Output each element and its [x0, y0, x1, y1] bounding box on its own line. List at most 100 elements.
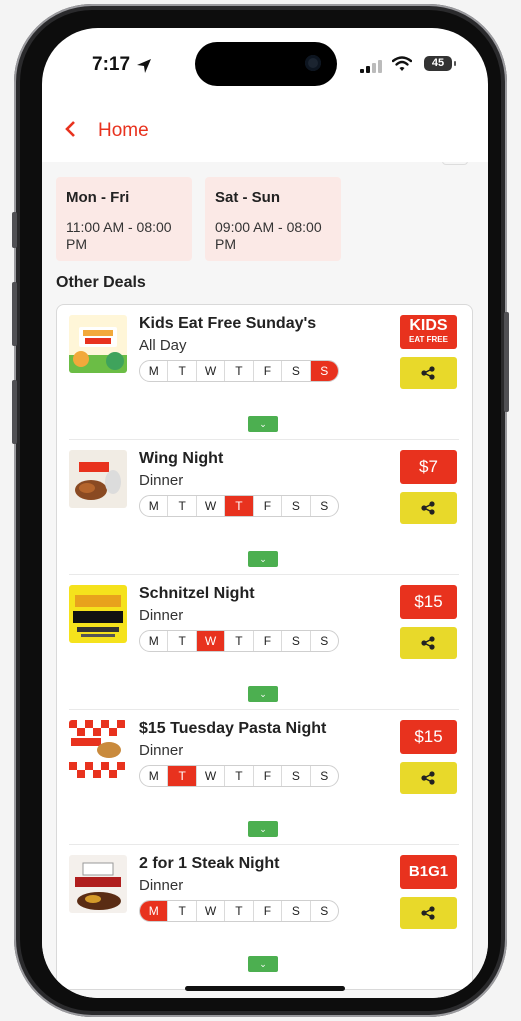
deals-list: Kids Eat Free Sunday's All Day MTWTFSS K…: [56, 304, 473, 990]
day-1: T: [168, 631, 197, 651]
share-icon: [421, 501, 435, 515]
day-0: M: [140, 361, 169, 381]
badge-sub: EAT FREE: [409, 335, 448, 344]
share-icon: [421, 771, 435, 785]
deal-title: Wing Night: [139, 450, 224, 467]
home-indicator: [185, 986, 345, 991]
day-2: W: [197, 496, 226, 516]
side-button-volume-down: [12, 380, 17, 444]
side-button-action: [12, 212, 17, 248]
section-title: Other Deals: [56, 274, 146, 291]
day-6: S: [320, 769, 329, 783]
chevron-down-icon: ⌄: [259, 824, 267, 834]
price-badge: KIDS EAT FREE: [400, 315, 457, 349]
share-button[interactable]: [400, 897, 457, 929]
deal-title: Schnitzel Night: [139, 585, 255, 602]
expand-button[interactable]: ⌄: [248, 551, 278, 567]
deal-subtitle: All Day: [139, 337, 187, 354]
day-selector: MTWTFSS: [139, 360, 339, 382]
share-button[interactable]: [400, 627, 457, 659]
hours-days: Mon - Fri: [66, 189, 130, 206]
day-4: F: [254, 631, 283, 651]
day-3: T: [225, 631, 254, 651]
day-0: M: [140, 766, 169, 786]
day-2: W: [197, 766, 226, 786]
day-2: W: [197, 901, 226, 921]
hours-days: Sat - Sun: [215, 189, 281, 206]
day-1: T: [168, 766, 197, 786]
location-arrow-icon: [137, 59, 151, 73]
back-button[interactable]: [64, 118, 76, 144]
day-selector: MTWTFSS: [139, 495, 339, 517]
day-5: S: [282, 901, 311, 921]
share-button[interactable]: [400, 492, 457, 524]
deal-image: [69, 855, 127, 913]
day-selector: MTWTFSS: [139, 900, 339, 922]
deal-title: 2 for 1 Steak Night: [139, 855, 280, 872]
status-bar: 7:17 45: [42, 28, 488, 108]
deal-image: [69, 720, 127, 778]
deal-image: [69, 585, 127, 643]
hours-weekday-card: Mon - Fri 11:00 AM - 08:00 PM: [56, 177, 192, 261]
side-button-volume-up: [12, 282, 17, 346]
hours-time: 09:00 AM - 08:00 PM: [215, 219, 322, 252]
deal-title: $15 Tuesday Pasta Night: [139, 720, 327, 737]
day-selector: MTWTFSS: [139, 630, 339, 652]
chevron-left-icon: [65, 121, 75, 137]
price-badge: B1G1: [400, 855, 457, 889]
share-button[interactable]: [400, 357, 457, 389]
deal-card[interactable]: Schnitzel Night Dinner MTWTFSS $15 ⌄: [69, 575, 459, 710]
camera-icon: [305, 55, 321, 71]
signal-icon: [360, 60, 382, 73]
dynamic-island: [195, 42, 337, 86]
day-1: T: [168, 361, 197, 381]
day-3: T: [225, 361, 254, 381]
day-5: S: [282, 766, 311, 786]
deal-card[interactable]: $15 Tuesday Pasta Night Dinner MTWTFSS $…: [69, 710, 459, 845]
deal-subtitle: Dinner: [139, 877, 184, 894]
day-0: M: [140, 496, 169, 516]
share-icon: [421, 366, 435, 380]
deal-subtitle: Dinner: [139, 742, 184, 759]
expand-button[interactable]: ⌄: [248, 956, 278, 972]
nav-bar: Home: [42, 108, 488, 162]
day-4: F: [254, 361, 283, 381]
day-1: T: [168, 496, 197, 516]
deal-card[interactable]: 2 for 1 Steak Night Dinner MTWTFSS B1G1 …: [69, 845, 459, 979]
deal-title: Kids Eat Free Sunday's: [139, 315, 317, 332]
back-label[interactable]: Home: [98, 118, 149, 144]
day-4: F: [254, 496, 283, 516]
share-icon: [421, 636, 435, 650]
app-screen: 7:17 45 Home Mon - Fri 11:00 AM - 08:00 …: [42, 28, 488, 998]
day-4: F: [254, 901, 283, 921]
deal-image: [69, 315, 127, 373]
chevron-down-icon: ⌄: [259, 554, 267, 564]
expand-button[interactable]: ⌄: [248, 686, 278, 702]
day-6: S: [320, 499, 329, 513]
day-1: T: [168, 901, 197, 921]
status-time: 7:17: [92, 54, 131, 75]
deal-card[interactable]: Kids Eat Free Sunday's All Day MTWTFSS K…: [69, 305, 459, 440]
day-2: W: [196, 631, 226, 651]
deal-card[interactable]: Wing Night Dinner MTWTFSS $7 ⌄: [69, 440, 459, 575]
content-scroll-area[interactable]: Mon - Fri 11:00 AM - 08:00 PM Sat - Sun …: [42, 162, 488, 998]
day-0: M: [140, 631, 169, 651]
price-badge: $7: [400, 450, 457, 484]
day-3: T: [225, 496, 254, 516]
badge-main: KIDS: [409, 317, 448, 334]
day-0: M: [140, 901, 169, 921]
price-badge: $15: [400, 585, 457, 619]
share-button[interactable]: [400, 762, 457, 794]
day-5: S: [282, 361, 311, 381]
expand-button[interactable]: ⌄: [248, 416, 278, 432]
side-button-power: [504, 312, 509, 412]
deal-subtitle: Dinner: [139, 607, 184, 624]
expand-button[interactable]: ⌄: [248, 821, 278, 837]
deal-image: [69, 450, 127, 508]
deal-subtitle: Dinner: [139, 472, 184, 489]
collapse-handle[interactable]: [442, 162, 468, 165]
chevron-down-icon: ⌄: [259, 689, 267, 699]
hours-weekend-card: Sat - Sun 09:00 AM - 08:00 PM: [205, 177, 341, 261]
hours-time: 11:00 AM - 08:00 PM: [66, 219, 172, 252]
day-5: S: [282, 496, 311, 516]
